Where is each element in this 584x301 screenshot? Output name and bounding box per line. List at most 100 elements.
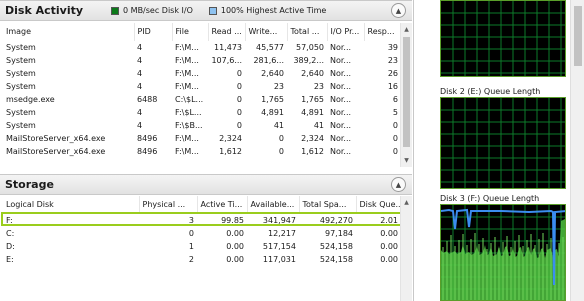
disk-activity-row-cell: 1,612 — [301, 147, 324, 156]
resource-monitor-left-pane: Disk Activity 0 MB/sec Disk I/O 100% Hig… — [0, 0, 414, 301]
disk-activity-row[interactable]: System 4 F:\M... 0 23 23 Nor... 16 — [3, 80, 401, 93]
disk-activity-row-cell: F:\M... — [175, 43, 199, 52]
collapse-storage-icon[interactable]: ▲ — [391, 177, 406, 192]
disk-activity-row-cell: Nor... — [330, 69, 352, 78]
disk-activity-row-cell: F:\M... — [175, 147, 199, 156]
disk-activity-row-cell: 4 — [137, 69, 143, 78]
storage-scrollbar[interactable]: ▲ — [400, 196, 412, 301]
scroll-up-arrow-icon[interactable]: ▲ — [401, 24, 412, 35]
disk-activity-row[interactable]: System 4 F:\$L... 0 4,891 4,891 Nor... 5 — [3, 106, 401, 119]
disk-activity-row-cell: 389,2... — [293, 56, 324, 65]
disk-activity-row-cell: F:\M... — [175, 69, 199, 78]
active-time-badge: 100% Highest Active Time — [208, 6, 327, 15]
disk-activity-row-cell: 4 — [137, 82, 143, 91]
storage-row-cell: 0.00 — [226, 229, 244, 238]
column-header-pid[interactable]: PID — [134, 23, 173, 41]
storage-row-cell: 97,184 — [325, 229, 353, 238]
disk-activity-row-cell: 1,765 — [301, 95, 324, 104]
storage-row-cell: 117,031 — [262, 255, 296, 264]
disk-activity-row-cell: System — [6, 69, 36, 78]
disk-activity-scroll-thumb[interactable] — [403, 37, 410, 147]
disk3-queue-graph-canvas — [441, 205, 565, 300]
disk-activity-row-cell: F:\$L... — [175, 108, 202, 117]
disk-activity-row-cell: F:\$B... — [175, 121, 203, 130]
disk-activity-row[interactable]: System 4 F:\$B... 0 41 41 Nor... 0 — [3, 119, 401, 132]
disk-activity-row-cell: 0 — [236, 108, 242, 117]
disk-activity-row[interactable]: System 4 F:\M... 11,473 45,577 57,050 Nor... 39 — [3, 41, 401, 54]
storage-row-cell: 2 — [188, 255, 194, 264]
disk1-queue-graph — [440, 0, 566, 77]
disk3-queue-graph — [440, 204, 566, 301]
storage-row[interactable]: E: 2 0.00 117,031 524,158 0.00 — [3, 253, 401, 266]
disk-activity-header[interactable]: Disk Activity 0 MB/sec Disk I/O 100% Hig… — [0, 0, 412, 21]
disk-activity-row-cell: F:\M... — [175, 82, 199, 91]
disk-activity-row-cell: F:\M... — [175, 56, 199, 65]
storage-row[interactable]: C: 0 0.00 12,217 97,184 0.00 — [3, 227, 401, 240]
disk1-queue-graph-canvas — [441, 1, 565, 76]
disk-activity-row-cell: 0 — [236, 82, 242, 91]
disk-activity-row[interactable]: MailStoreServer_x64.exe 8496 F:\M... 2,324 0… — [3, 132, 401, 145]
column-header-response[interactable]: Resp... — [364, 23, 402, 41]
disk-activity-row-cell: 2,640 — [301, 69, 324, 78]
disk-activity-row-cell: 0 — [278, 147, 284, 156]
disk-activity-row-cell: 23 — [313, 82, 324, 91]
column-header-file[interactable]: File — [172, 23, 209, 41]
storage-row-cell: 524,158 — [319, 255, 353, 264]
disk-activity-row-cell: Nor... — [330, 134, 352, 143]
active-time-label: 100% Highest Active Time — [220, 6, 327, 15]
disk-activity-row-cell: 4 — [137, 108, 143, 117]
disk-activity-row-cell: 107,6... — [211, 56, 242, 65]
disk-activity-row[interactable]: System 4 F:\M... 107,6... 281,6... 389,2... No… — [3, 54, 401, 67]
disk-activity-row-cell: 39 — [387, 43, 398, 52]
disk-activity-row-cell: 57,050 — [296, 43, 324, 52]
storage-row-cell: 524,158 — [319, 242, 353, 251]
storage-row-cell: 0 — [188, 229, 194, 238]
storage-row-cell: E: — [6, 255, 14, 264]
disk-activity-row-cell: 23 — [387, 56, 398, 65]
disk-activity-row-cell: 0 — [236, 121, 242, 130]
column-header-write[interactable]: Write... — [245, 23, 288, 41]
storage-row[interactable]: D: 1 0.00 517,154 524,158 0.00 — [3, 240, 401, 253]
disk-activity-row-cell: 0 — [278, 134, 284, 143]
disk-activity-row-cell: Nor... — [330, 43, 352, 52]
collapse-disk-activity-icon[interactable]: ▲ — [391, 3, 406, 18]
graphs-scrollbar[interactable] — [570, 0, 584, 301]
disk-activity-row[interactable]: System 4 F:\M... 0 2,640 2,640 Nor... 26 — [3, 67, 401, 80]
disk-activity-row-cell: Nor... — [330, 95, 352, 104]
disk-activity-row-cell: 41 — [273, 121, 284, 130]
disk-activity-row-cell: 281,6... — [253, 56, 284, 65]
disk-activity-row-cell: MailStoreServer_x64.exe — [6, 147, 106, 156]
disk-activity-row-cell: 1,612 — [219, 147, 242, 156]
column-header-io-priority[interactable]: I/O Pr... — [327, 23, 365, 41]
column-header-read[interactable]: Read ... — [208, 23, 246, 41]
disk-activity-row[interactable]: MailStoreServer_x64.exe 8496 F:\M... 1,612 0… — [3, 145, 401, 158]
disk-io-swatch-icon — [111, 6, 120, 15]
disk-activity-row-cell: 4 — [137, 43, 143, 52]
storage-row-cell: 517,154 — [262, 242, 296, 251]
disk-activity-row-cell: 8496 — [137, 147, 158, 156]
disk-activity-row-cell: 4 — [137, 56, 143, 65]
disk-activity-scrollbar[interactable]: ▲ ▼ — [400, 23, 412, 167]
storage-scroll-up-arrow-icon[interactable]: ▲ — [401, 197, 412, 208]
disk2-queue-graph-canvas — [441, 98, 565, 188]
disk-activity-row-cell: Nor... — [330, 121, 352, 130]
disk-activity-row-cell: Nor... — [330, 56, 352, 65]
storage-title: Storage — [5, 178, 54, 191]
storage-row-cell: 0.00 — [226, 242, 244, 251]
disk2-queue-caption: Disk 2 (E:) Queue Length — [440, 87, 541, 96]
disk-activity-row-cell: System — [6, 43, 36, 52]
disk-activity-row[interactable]: msedge.exe 6488 C:\$L... 0 1,765 1,765 Nor... 6 — [3, 93, 401, 106]
storage-header[interactable]: Storage ▲ — [0, 174, 412, 195]
disk-activity-row-cell: System — [6, 121, 36, 130]
disk-activity-row-cell: 26 — [387, 69, 398, 78]
column-header-total[interactable]: Total ... — [287, 23, 328, 41]
disk-activity-row-cell: 4,891 — [301, 108, 324, 117]
storage-row-cell: D: — [6, 242, 15, 251]
disk-activity-row-cell: System — [6, 56, 36, 65]
disk-activity-row-cell: 0 — [236, 95, 242, 104]
scroll-down-arrow-icon[interactable]: ▼ — [401, 155, 412, 166]
column-header-image[interactable]: Image — [3, 23, 135, 41]
storage-table: Logical Disk Physical ... Active Ti... A… — [3, 196, 402, 266]
graphs-scroll-thumb[interactable] — [574, 6, 582, 66]
disk-activity-row-cell: Nor... — [330, 108, 352, 117]
